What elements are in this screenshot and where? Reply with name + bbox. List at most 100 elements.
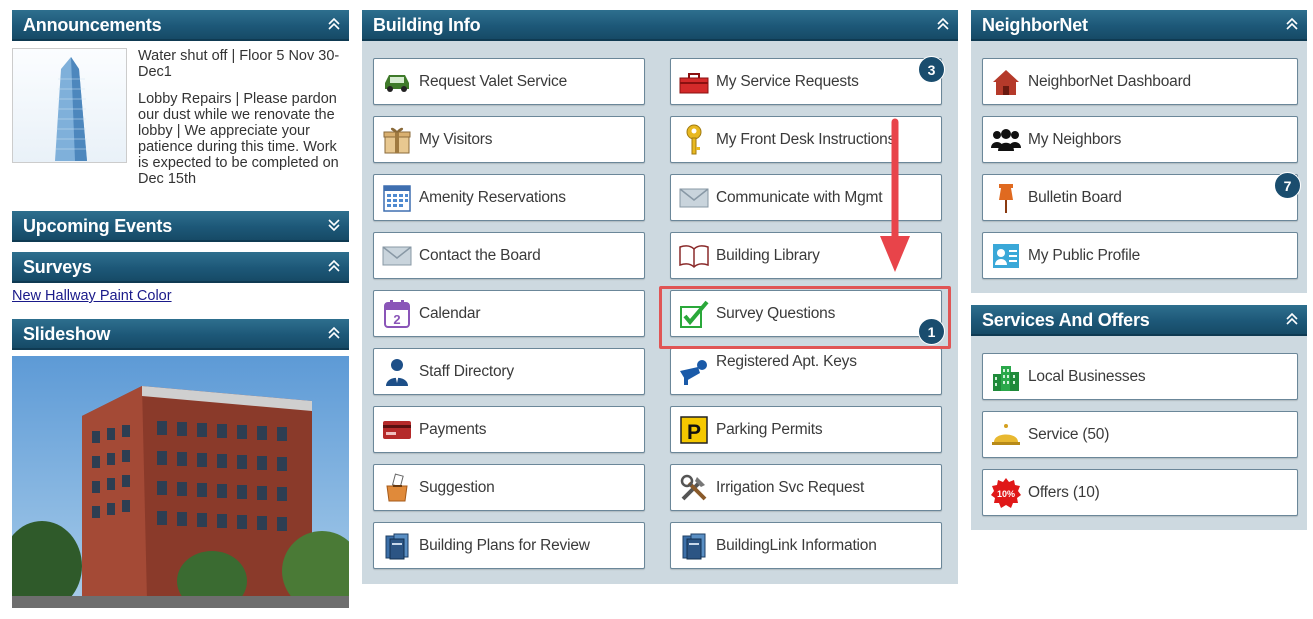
offer-badge-icon: 10% — [989, 476, 1023, 510]
tile-label: Offers (10) — [1028, 483, 1100, 501]
svg-text:2: 2 — [393, 312, 400, 327]
expand-icon[interactable] — [327, 218, 341, 232]
announcements-list: Water shut off | Floor 5 Nov 30-Dec1 Lob… — [127, 48, 349, 198]
tile-label: Calendar — [419, 304, 481, 322]
tile-label: Suggestion — [419, 478, 495, 496]
books-icon — [380, 529, 414, 563]
tile-label: Parking Permits — [716, 420, 823, 438]
announcements-title: Announcements — [23, 15, 162, 35]
tile-label: Contact the Board — [419, 246, 541, 264]
profile-card-icon — [989, 239, 1023, 273]
tile-label: Request Valet Service — [419, 72, 568, 90]
upcoming-events-header[interactable]: Upcoming Events — [12, 211, 349, 242]
surveys-section: Surveys New Hallway Paint Color — [12, 252, 349, 310]
service-bell-icon — [989, 418, 1023, 452]
envelope-icon — [380, 239, 414, 273]
envelope-icon — [677, 181, 711, 215]
building-thumbnail — [12, 48, 127, 163]
announcement-item: Water shut off | Floor 5 Nov 30-Dec1 — [138, 48, 340, 80]
services-title: Services And Offers — [982, 310, 1150, 330]
right-column: NeighborNet NeighborNet Dashboard My Nei… — [971, 10, 1307, 530]
tile-registered-apt-keys[interactable]: Registered Apt. Keys — [670, 348, 942, 395]
tile-service[interactable]: Service (50) — [982, 411, 1298, 458]
tile-label: BuildingLink Information — [716, 536, 877, 554]
toolbox-icon — [677, 65, 711, 99]
key-icon — [677, 123, 711, 157]
person-icon — [380, 355, 414, 389]
tile-irrigation-svc-request[interactable]: Irrigation Svc Request — [670, 464, 942, 511]
collapse-icon[interactable] — [1285, 17, 1299, 31]
survey-link[interactable]: New Hallway Paint Color — [12, 288, 349, 304]
house-icon — [989, 65, 1023, 99]
collapse-icon[interactable] — [1285, 312, 1299, 326]
slideshow-header[interactable]: Slideshow — [12, 319, 349, 350]
collapse-icon[interactable] — [327, 17, 341, 31]
collapse-icon[interactable] — [327, 259, 341, 273]
surveys-title: Surveys — [23, 257, 92, 277]
tile-my-service-requests[interactable]: My Service Requests — [670, 58, 942, 105]
tile-label: Bulletin Board — [1028, 188, 1122, 206]
neighbornet-body: NeighborNet Dashboard My Neighbors Bulle… — [971, 41, 1307, 293]
tile-label: Service (50) — [1028, 425, 1110, 443]
collapse-icon[interactable] — [327, 326, 341, 340]
tile-my-visitors[interactable]: My Visitors — [373, 116, 645, 163]
upcoming-events-title: Upcoming Events — [23, 216, 173, 236]
tile-suggestion[interactable]: Suggestion — [373, 464, 645, 511]
neighbornet-header[interactable]: NeighborNet — [971, 10, 1307, 41]
tile-bulletin-board[interactable]: Bulletin Board — [982, 174, 1298, 221]
slideshow-title: Slideshow — [23, 324, 111, 344]
tile-my-neighbors[interactable]: My Neighbors — [982, 116, 1298, 163]
tile-label: Registered Apt. Keys — [716, 353, 857, 370]
tile-my-public-profile[interactable]: My Public Profile — [982, 232, 1298, 279]
neighbornet-title: NeighborNet — [982, 15, 1088, 35]
services-header[interactable]: Services And Offers — [971, 305, 1307, 336]
announcement-item: Lobby Repairs | Please pardon our dust w… — [138, 91, 339, 187]
bulletin-board-badge: 7 — [1274, 172, 1301, 199]
parking-icon: P — [677, 413, 711, 447]
announcements-header[interactable]: Announcements — [12, 10, 349, 41]
tile-label: My Neighbors — [1028, 130, 1122, 148]
tile-parking-permits[interactable]: P Parking Permits — [670, 406, 942, 453]
collapse-icon[interactable] — [936, 17, 950, 31]
tile-label: Staff Directory — [419, 362, 514, 380]
left-column: Announcements Water shut off | Floor 5 N… — [12, 10, 349, 608]
highlight-box — [659, 286, 951, 349]
tile-contact-the-board[interactable]: Contact the Board — [373, 232, 645, 279]
tile-buildinglink-information[interactable]: BuildingLink Information — [670, 522, 942, 569]
credit-card-icon — [380, 413, 414, 447]
tools-icon — [677, 471, 711, 505]
tile-request-valet-service[interactable]: Request Valet Service — [373, 58, 645, 105]
tile-local-businesses[interactable]: Local Businesses — [982, 353, 1298, 400]
tile-offers[interactable]: 10% Offers (10) — [982, 469, 1298, 516]
buildings-icon — [989, 360, 1023, 394]
tile-amenity-reservations[interactable]: Amenity Reservations — [373, 174, 645, 221]
service-requests-badge: 3 — [918, 56, 945, 83]
tile-label: Amenity Reservations — [419, 188, 566, 206]
offer-badge-text: 10% — [997, 489, 1015, 499]
tile-staff-directory[interactable]: Staff Directory — [373, 348, 645, 395]
tile-label: Payments — [419, 420, 487, 438]
suggestion-box-icon — [380, 471, 414, 505]
services-body: Local Businesses Service (50) 10% Offers… — [971, 336, 1307, 530]
people-icon — [989, 123, 1023, 157]
svg-text:P: P — [687, 421, 701, 444]
tile-calendar[interactable]: 2 Calendar — [373, 290, 645, 337]
tile-label: My Public Profile — [1028, 246, 1141, 264]
tile-label: Irrigation Svc Request — [716, 478, 865, 496]
tile-building-plans-for-review[interactable]: Building Plans for Review — [373, 522, 645, 569]
tile-label: Local Businesses — [1028, 367, 1146, 385]
keys-icon — [677, 355, 711, 389]
services-section: Services And Offers Local Businesses Ser… — [971, 305, 1307, 530]
slideshow-image[interactable] — [12, 356, 349, 608]
pushpin-icon — [989, 181, 1023, 215]
tile-payments[interactable]: Payments — [373, 406, 645, 453]
book-icon — [677, 239, 711, 273]
gift-box-icon — [380, 123, 414, 157]
building-info-header[interactable]: Building Info — [362, 10, 958, 41]
tile-neighbornet-dashboard[interactable]: NeighborNet Dashboard — [982, 58, 1298, 105]
surveys-header[interactable]: Surveys — [12, 252, 349, 283]
tile-label: Building Library — [716, 246, 820, 264]
slideshow-section: Slideshow — [12, 319, 349, 608]
tile-label: My Front Desk Instructions — [716, 130, 896, 148]
tile-label: My Visitors — [419, 130, 493, 148]
